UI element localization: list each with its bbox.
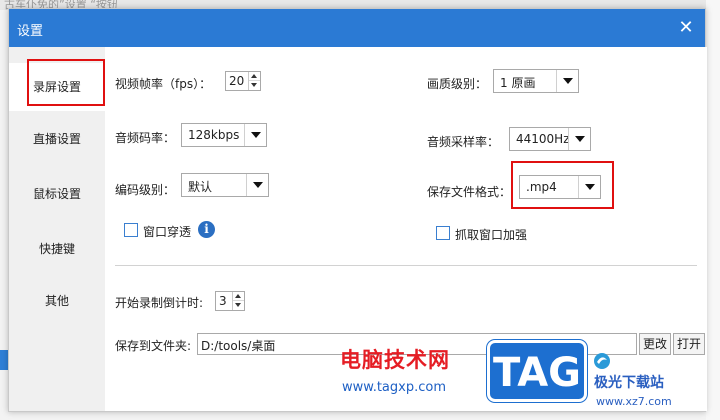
watermark-tag-logo: TAG (487, 340, 587, 402)
fps-value: 20 (229, 74, 245, 88)
fps-increase-icon[interactable] (249, 72, 260, 81)
fps-label: 视频帧率（fps）： (115, 77, 212, 91)
sidebar-item-hotkeys[interactable]: 快捷键 (9, 225, 105, 273)
watermark-site-name: 电脑技术网 (340, 348, 450, 372)
watermark-brand-name: 极光下载站 (594, 375, 664, 391)
fps-decrease-icon[interactable] (249, 81, 260, 90)
watermark-brand-logo-icon (594, 353, 610, 369)
watermark-brand-url: www.xz7.com (596, 395, 672, 408)
encode-level-label: 编码级别： (115, 183, 176, 197)
capture-boost-checkbox[interactable] (436, 226, 450, 240)
sample-rate-value: 44100Hz (516, 132, 570, 146)
window-through-checkbox[interactable] (124, 223, 138, 237)
audio-bitrate-select[interactable]: 128kbps (181, 123, 267, 147)
chevron-down-icon (244, 124, 266, 146)
change-folder-button[interactable]: 更改 (639, 333, 671, 355)
fps-stepper-buttons (248, 72, 260, 90)
encode-level-select[interactable]: 默认 (181, 173, 269, 197)
settings-sidebar: 录屏设置 直播设置 鼠标设置 快捷键 其他 (9, 47, 105, 411)
info-icon[interactable]: i (198, 221, 215, 238)
section-divider (115, 265, 697, 266)
open-folder-button[interactable]: 打开 (673, 333, 705, 355)
sidebar-item-mouse[interactable]: 鼠标设置 (9, 170, 105, 218)
fps-stepper[interactable]: 20 (225, 71, 261, 91)
quality-select[interactable]: 1 原画 (493, 69, 579, 93)
quality-label: 画质级别： (427, 77, 488, 91)
audio-bitrate-value: 128kbps (188, 128, 240, 142)
sidebar-item-other[interactable]: 其他 (9, 277, 105, 325)
watermark-site-url: www.tagxp.com (342, 380, 446, 395)
save-folder-label: 保存到文件夹: (115, 339, 192, 353)
countdown-stepper-buttons (232, 292, 244, 310)
background-app-edge (706, 0, 720, 420)
countdown-value: 3 (219, 294, 227, 308)
save-folder-value: D:/tools/桌面 (201, 339, 276, 353)
chevron-down-icon (246, 174, 268, 196)
sidebar-item-record[interactable]: 录屏设置 (9, 63, 105, 111)
audio-bitrate-label: 音频码率： (115, 131, 176, 145)
countdown-stepper[interactable]: 3 (215, 291, 245, 311)
close-icon[interactable]: ✕ (675, 17, 697, 39)
background-app-accent (0, 350, 8, 370)
sample-rate-select[interactable]: 44100Hz (509, 127, 591, 151)
format-label: 保存文件格式： (427, 185, 512, 199)
chevron-down-icon (556, 70, 578, 92)
quality-value: 1 原画 (500, 76, 536, 90)
window-through-label: 窗口穿透 (143, 225, 192, 239)
sample-rate-label: 音频采样率： (427, 135, 500, 149)
capture-boost-label: 抓取窗口加强 (455, 228, 528, 242)
chevron-down-icon (578, 176, 600, 198)
dialog-titlebar: 设置 ✕ (9, 9, 705, 47)
countdown-label: 开始录制倒计时: (115, 296, 204, 310)
format-value: .mp4 (526, 180, 557, 194)
countdown-increase-icon[interactable] (233, 292, 244, 301)
format-select[interactable]: .mp4 (519, 175, 601, 199)
encode-level-value: 默认 (188, 180, 213, 194)
dialog-title: 设置 (17, 24, 44, 39)
sidebar-item-live[interactable]: 直播设置 (9, 115, 105, 163)
countdown-decrease-icon[interactable] (233, 301, 244, 310)
chevron-down-icon (568, 128, 590, 150)
